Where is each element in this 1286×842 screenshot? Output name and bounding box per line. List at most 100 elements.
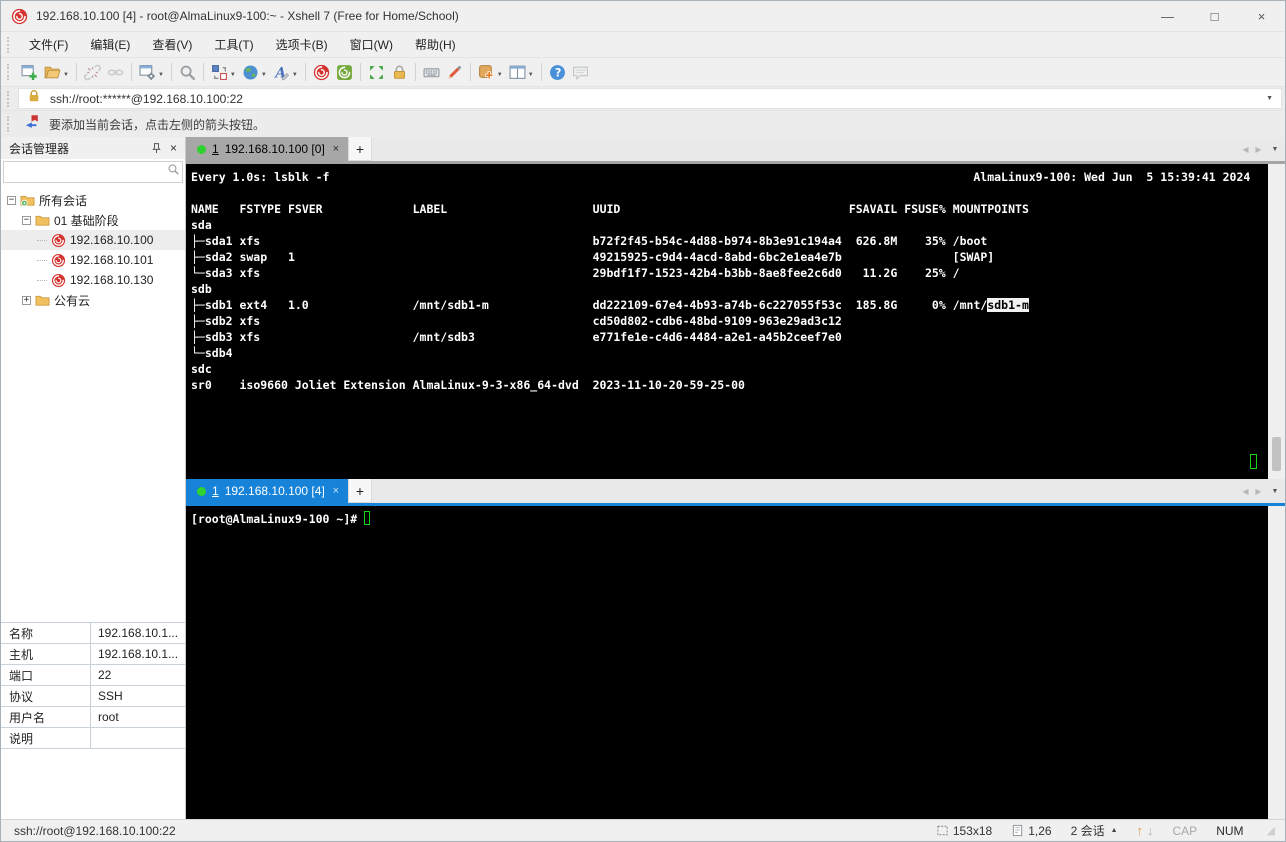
menu-item[interactable]: 编辑(E) [79, 32, 141, 57]
tile-layout-dropdown-icon[interactable]: ▼ [528, 72, 534, 78]
title-bar: 192.168.10.100 [4] - root@AlmaLinux9-100… [1, 1, 1285, 31]
cursor-position-icon [1011, 824, 1024, 837]
tab-list-dropdown-icon[interactable]: ▼ [1265, 479, 1285, 503]
disconnect-icon[interactable] [81, 60, 104, 84]
compose-bar-icon[interactable] [208, 60, 231, 84]
new-session-icon[interactable] [18, 60, 41, 84]
tab-close-icon[interactable]: × [333, 485, 339, 497]
tab-scroll-right-icon[interactable]: ▶ [1252, 137, 1265, 161]
terminal-bottom-scrollbar[interactable] [1268, 506, 1285, 819]
menu-item[interactable]: 选项卡(B) [265, 32, 339, 57]
tab-list-dropdown-icon[interactable]: ▼ [1265, 137, 1285, 161]
terminal-line: ├─sdb2 xfs cd50d802-cdb6-48bd-9109-963e2… [191, 314, 842, 328]
menu-item[interactable]: 文件(F) [18, 32, 79, 57]
addressbar-grip[interactable] [7, 90, 12, 107]
new-tab-button[interactable]: + [348, 479, 372, 503]
resize-grip[interactable]: ◢ [1267, 824, 1275, 837]
font-dropdown-icon[interactable]: ▼ [292, 72, 298, 78]
terminal-top-scrollbar[interactable] [1268, 164, 1285, 479]
menu-item[interactable]: 帮助(H) [404, 32, 467, 57]
xftp-icon[interactable] [333, 60, 356, 84]
font-icon[interactable]: A [270, 60, 293, 84]
tab-close-icon[interactable]: × [333, 143, 339, 155]
terminal-line: sr0 iso9660 Joliet Extension AlmaLinux-9… [191, 378, 745, 392]
tree-item-label: 所有会话 [39, 193, 88, 208]
collapse-icon[interactable]: − [7, 195, 16, 205]
folder-tree-item[interactable]: − 所有会话 [1, 190, 185, 210]
virtual-keyboard-icon[interactable] [420, 60, 443, 84]
session-tree-item[interactable]: 192.168.10.100 [1, 230, 185, 250]
open-folder-dropdown-icon[interactable]: ▼ [63, 72, 69, 78]
terminal-line: NAME FSTYPE FSVER LABEL UUID FSAVAIL FSU… [191, 202, 1029, 216]
menu-item[interactable]: 工具(T) [203, 32, 264, 57]
lock-screen-icon[interactable] [388, 60, 411, 84]
tab-scroll-left-icon[interactable]: ◀ [1239, 479, 1252, 503]
xshell-icon[interactable] [310, 60, 333, 84]
session-icon [51, 253, 66, 268]
menu-item[interactable]: 查看(V) [141, 32, 203, 57]
add-session-flag-icon[interactable] [18, 114, 40, 135]
close-button[interactable]: × [1238, 1, 1285, 31]
popup-arrow-icon: ▲ [1110, 827, 1118, 834]
terminal-bottom[interactable]: [root@AlmaLinux9-100 ~]# [186, 506, 1285, 819]
minimize-button[interactable]: — [1144, 1, 1191, 31]
reconnect-icon[interactable] [104, 60, 127, 84]
toolbar-separator [414, 63, 416, 81]
session-tree-item[interactable]: 192.168.10.130 [1, 270, 185, 290]
search-icon[interactable] [167, 163, 184, 181]
status-url: ssh://root@192.168.10.100:22 [14, 823, 176, 838]
tile-layout-icon[interactable] [506, 60, 529, 84]
download-arrow-icon[interactable]: ↓ [1147, 823, 1154, 838]
property-value[interactable]: 192.168.10.1... [91, 644, 185, 664]
new-session-shortcut-dropdown-icon[interactable]: ▼ [497, 72, 503, 78]
address-field[interactable]: ssh://root:******@192.168.10.100:22 ▼ [18, 88, 1282, 109]
web-browser-icon[interactable] [239, 60, 262, 84]
toolbar-grip[interactable] [7, 64, 12, 80]
session-tree-item[interactable]: 192.168.10.101 [1, 250, 185, 270]
session-count-dropdown[interactable]: 2 会话 ▲ [1071, 822, 1118, 839]
new-tab-button[interactable]: + [348, 137, 372, 161]
session-search-input[interactable] [4, 162, 167, 182]
web-browser-dropdown-icon[interactable]: ▼ [261, 72, 267, 78]
open-folder-icon[interactable] [41, 60, 64, 84]
expand-icon[interactable]: + [22, 295, 31, 305]
property-value[interactable] [91, 728, 185, 748]
upload-arrow-icon[interactable]: ↑ [1137, 823, 1144, 838]
new-session-shortcut-icon[interactable] [475, 60, 498, 84]
pin-icon[interactable] [150, 142, 163, 155]
highlight-pen-icon[interactable] [443, 60, 466, 84]
property-value[interactable]: 22 [91, 665, 185, 685]
tree-connector [37, 239, 47, 241]
find-icon[interactable] [176, 60, 199, 84]
session-manager-panel: 会话管理器 × − 所有会话 −01 基础阶段 192.168.10.100 192.1… [1, 137, 186, 819]
session-properties-dropdown-icon[interactable]: ▼ [158, 72, 164, 78]
terminal-size-indicator: 153x18 [936, 824, 992, 838]
feedback-icon[interactable] [569, 60, 592, 84]
property-row: 主机 192.168.10.1... [1, 644, 185, 665]
fullscreen-icon[interactable] [365, 60, 388, 84]
maximize-button[interactable]: □ [1191, 1, 1238, 31]
property-value[interactable]: 192.168.10.1... [91, 623, 185, 643]
tree-connector [37, 279, 47, 281]
tab-bottom-session[interactable]: 1 192.168.10.100 [4] × [186, 479, 348, 503]
property-value[interactable]: root [91, 707, 185, 727]
toolbar-separator [75, 63, 77, 81]
menu-item[interactable]: 窗口(W) [339, 32, 404, 57]
tab-scroll-right-icon[interactable]: ▶ [1252, 479, 1265, 503]
address-dropdown-icon[interactable]: ▼ [1266, 95, 1273, 102]
session-properties-icon[interactable] [136, 60, 159, 84]
property-value[interactable]: SSH [91, 686, 185, 706]
menubar-grip[interactable] [7, 36, 12, 53]
tab-scroll-left-icon[interactable]: ◀ [1239, 137, 1252, 161]
folder-tree-item[interactable]: + 公有云 [1, 290, 185, 310]
terminal-size-icon [936, 824, 949, 837]
tab-top-session[interactable]: 1 192.168.10.100 [0] × [186, 137, 348, 161]
infobar-grip[interactable] [7, 116, 12, 132]
collapse-icon[interactable]: − [22, 215, 31, 225]
help-icon[interactable]: ? [546, 60, 569, 84]
compose-bar-dropdown-icon[interactable]: ▼ [230, 72, 236, 78]
folder-tree-item[interactable]: − 01 基础阶段 [1, 210, 185, 230]
panel-close-icon[interactable]: × [167, 141, 180, 155]
terminal-top[interactable]: Every 1.0s: lsblk -f AlmaLinux9-100: Wed … [186, 164, 1285, 479]
tree-item-label: 01 基础阶段 [54, 213, 119, 228]
